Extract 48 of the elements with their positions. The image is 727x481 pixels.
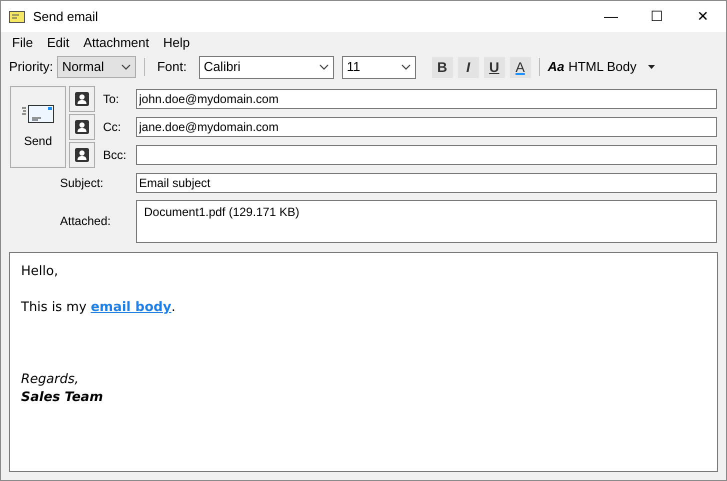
body-format-button[interactable]: Aa HTML Body <box>548 57 656 77</box>
format-button[interactable]: I <box>458 56 479 78</box>
attached-file[interactable]: Document1.pdf (129.171 KB) <box>144 202 300 220</box>
body-text: Sales Team <box>21 389 103 407</box>
dropdown-caret-icon <box>400 64 411 70</box>
window-title: Send email <box>33 8 98 26</box>
font-dropdown[interactable]: Calibri <box>198 56 334 78</box>
envelope-icon <box>22 104 54 124</box>
contact-icon <box>75 120 89 134</box>
priority-dropdown[interactable]: Normal <box>57 56 136 78</box>
menu-item[interactable]: Edit <box>40 33 76 53</box>
format-button[interactable]: B <box>432 56 453 78</box>
body-editor[interactable]: Hello, This is my email body. Regards, Sales Team <box>9 252 718 472</box>
address-field[interactable]: jane.doe@mydomain.com <box>136 117 717 137</box>
attachments-list[interactable]: Document1.pdf (129.171 KB) <box>136 200 717 242</box>
size-dropdown[interactable]: 11 <box>342 56 416 78</box>
subject-field[interactable]: Email subject <box>136 173 717 193</box>
field-label: Cc: <box>102 119 122 136</box>
menu-item[interactable]: File <box>5 33 40 53</box>
close-button[interactable]: ✕ <box>680 1 726 32</box>
envelope-icon <box>9 10 25 22</box>
contact-icon <box>75 92 89 106</box>
field-label: Attached: <box>60 213 112 230</box>
address-book-button[interactable] <box>69 142 95 168</box>
toolbar-label: Priority: <box>9 58 54 76</box>
format-button[interactable]: A <box>510 56 531 78</box>
address-book-button[interactable] <box>69 86 95 112</box>
maximize-button[interactable]: ☐ <box>634 1 680 32</box>
address-field[interactable]: john.doe@mydomain.com <box>136 89 717 109</box>
field-label: Subject: <box>60 175 104 192</box>
menu-item[interactable]: Help <box>156 33 197 53</box>
body-text: This is my email body. <box>21 299 176 317</box>
menu-item[interactable]: Attachment <box>76 33 156 53</box>
send-button[interactable]: Send <box>10 86 66 168</box>
address-book-button[interactable] <box>69 114 95 140</box>
toolbar-label: Font: <box>157 58 187 76</box>
address-field[interactable] <box>136 145 717 165</box>
format-button[interactable]: U <box>484 56 505 78</box>
dropdown-caret-icon <box>648 65 656 69</box>
dropdown-caret-icon <box>121 64 132 70</box>
field-label: Bcc: <box>102 147 128 164</box>
body-text: Regards, <box>21 371 79 389</box>
body-text: Hello, <box>21 263 58 281</box>
dropdown-caret-icon <box>318 64 329 70</box>
contact-icon <box>75 148 89 162</box>
body-link[interactable]: email body <box>90 300 172 315</box>
minimize-button[interactable]: — <box>588 1 634 32</box>
field-label: To: <box>102 91 120 108</box>
